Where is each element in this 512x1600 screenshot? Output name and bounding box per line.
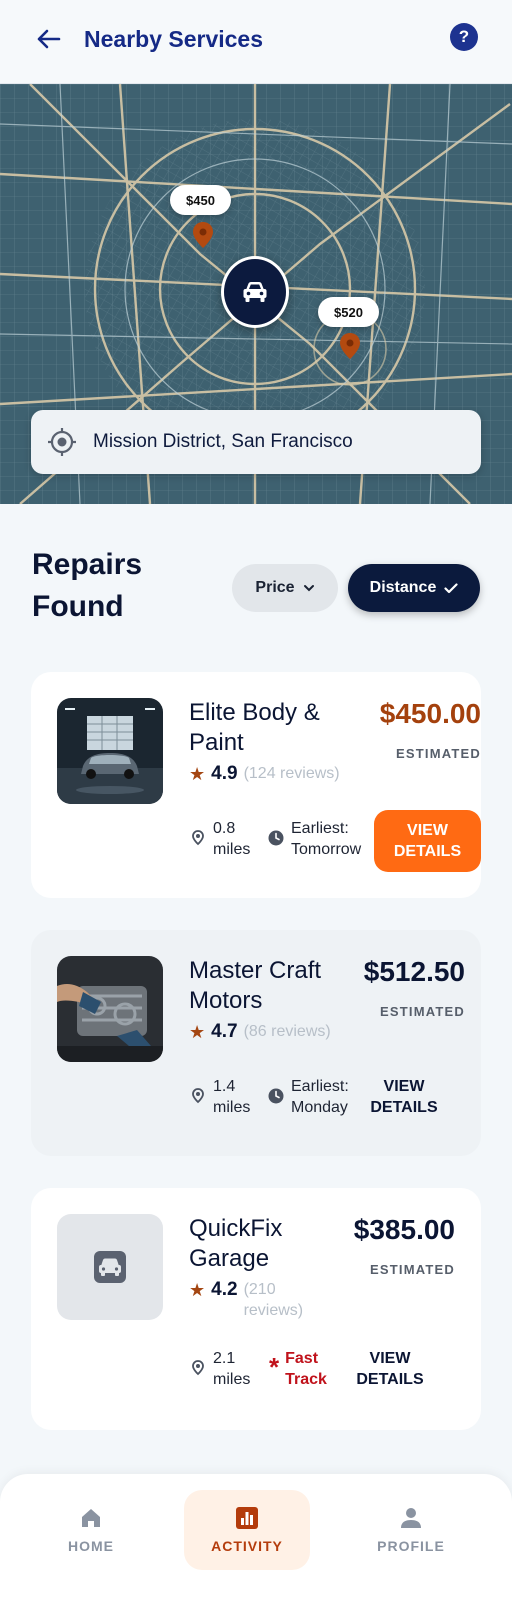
nav-home[interactable]: HOME [28,1490,154,1570]
price: $512.50 [363,956,465,987]
availability-text: Earliest: Monday [291,1078,349,1116]
distance-text: 0.8 miles [213,820,251,858]
asterisk-icon: * [269,1352,280,1382]
current-vehicle-marker[interactable] [221,256,289,328]
availability-text: Fast Track [285,1350,327,1388]
nav-label: ACTIVITY [211,1538,283,1554]
result-card[interactable]: Master Craft Motors ★ 4.7 (86 reviews) $… [31,930,481,1156]
price: $450.00 [379,698,481,729]
check-icon [444,582,458,593]
distance-info: 1.4 miles [189,1076,259,1118]
rating: ★ 4.2 (210 reviews) [189,1279,339,1321]
rating-score: 4.9 [211,763,238,784]
location-pin-icon [192,1088,204,1104]
map-price-pin[interactable]: $450 [170,185,231,215]
home-icon [82,1509,100,1527]
shop-photo [57,698,163,804]
star-icon: ★ [189,1022,206,1042]
shop-name: Master Craft Motors [189,957,322,1014]
review-count: (86 reviews) [243,1023,331,1040]
result-card[interactable]: Elite Body & Paint ★ 4.9 (124 reviews) $… [31,672,481,898]
filter-price-label: Price [255,579,295,596]
car-icon [243,282,267,302]
location-pin-icon [192,1360,204,1376]
section-title: Repairs Found [32,548,143,623]
bottom-navigation: HOME ACTIVITY PROFILE [0,1474,512,1600]
review-count: (210 reviews) [243,1281,304,1319]
price: $385.00 [353,1214,455,1245]
app-header: Nearby Services ? [0,0,512,84]
view-details-button[interactable]: VIEW DETAILS [347,1348,433,1390]
arrow-left-icon [37,29,61,49]
estimated-label: ESTIMATED [396,746,481,761]
location-text: Mission District, San Francisco [93,431,353,452]
star-icon: ★ [189,764,206,784]
chevron-down-icon [303,585,314,592]
activity-chart-icon [236,1507,258,1529]
nav-label: HOME [68,1538,114,1554]
result-card[interactable]: QuickFix Garage ★ 4.2 (210 reviews) $385… [31,1188,481,1430]
fast-track-info: * Fast Track [269,1348,349,1390]
shop-photo [57,956,163,1062]
map-marker-icon[interactable] [339,332,361,360]
distance-info: 2.1 miles [189,1348,259,1390]
location-pin-icon [192,830,204,846]
person-icon [401,1508,421,1528]
question-icon: ? [458,27,470,46]
filter-distance-label: Distance [369,579,437,596]
help-button[interactable]: ? [450,23,478,51]
estimated-label: ESTIMATED [370,1262,455,1277]
back-button[interactable] [28,22,68,56]
estimated-label: ESTIMATED [380,1004,465,1019]
page-title: Nearby Services [84,26,264,52]
distance-text: 1.4 miles [213,1078,251,1116]
filter-distance-button[interactable]: Distance [348,564,480,612]
map-price-pin[interactable]: $520 [318,297,379,327]
view-details-button[interactable]: VIEW DETAILS [361,1076,447,1118]
location-search-bar[interactable]: Mission District, San Francisco [31,410,481,474]
rating-score: 4.2 [211,1279,238,1300]
availability-info: Earliest: Tomorrow [267,818,377,860]
pin-price-label: $450 [186,192,215,208]
car-icon [94,1251,126,1283]
clock-icon [268,830,284,846]
filter-price-button[interactable]: Price [232,564,338,612]
pin-price-label: $520 [334,304,363,320]
map-marker-icon[interactable] [192,221,214,249]
nav-profile[interactable]: PROFILE [348,1490,474,1570]
availability-text: Earliest: Tomorrow [291,820,362,858]
review-count: (124 reviews) [243,765,340,782]
star-icon: ★ [189,1280,206,1300]
distance-text: 2.1 miles [213,1350,251,1388]
rating: ★ 4.9 (124 reviews) [189,763,359,785]
crosshair-icon [48,428,76,456]
nav-label: PROFILE [377,1538,445,1554]
distance-info: 0.8 miles [189,818,259,860]
view-details-button[interactable]: VIEW DETAILS [374,810,481,872]
rating: ★ 4.7 (86 reviews) [189,1021,359,1043]
map-view[interactable]: $450 $520 Mission District, San Francisc… [0,84,512,504]
rating-score: 4.7 [211,1021,238,1042]
nav-activity[interactable]: ACTIVITY [184,1490,310,1570]
shop-photo-placeholder [57,1214,163,1320]
clock-icon [268,1088,284,1104]
shop-name: QuickFix Garage [189,1215,283,1272]
shop-name: Elite Body & Paint [189,699,320,756]
